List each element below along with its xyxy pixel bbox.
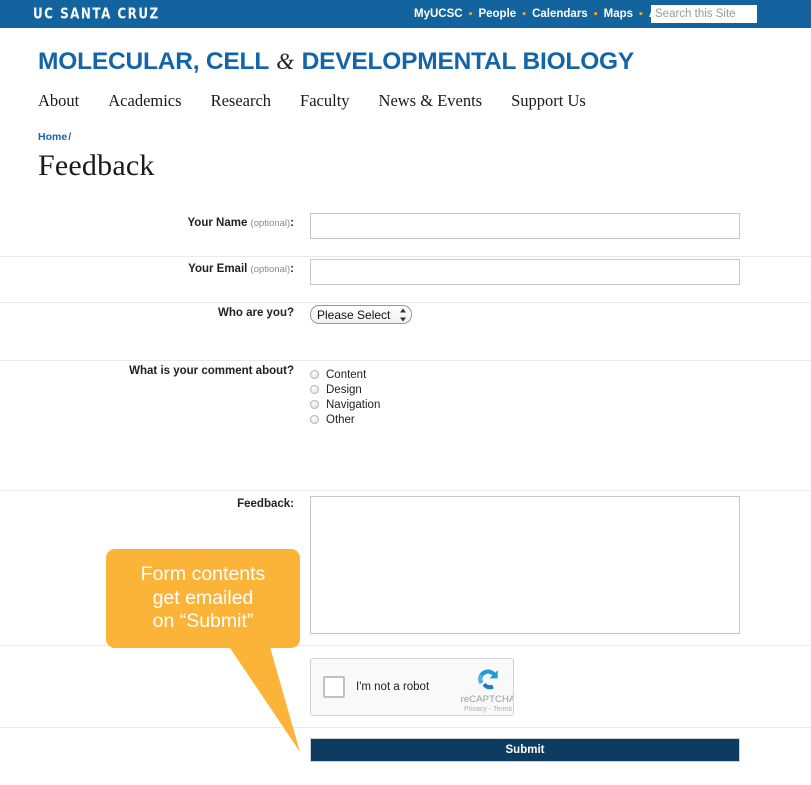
radio-button-icon[interactable] <box>310 415 319 424</box>
main-nav-item-news-events[interactable]: News & Events <box>379 91 483 111</box>
who-are-you-select-wrap: Please Select <box>310 305 412 324</box>
name-input[interactable] <box>310 213 740 239</box>
radio-button-icon[interactable] <box>310 385 319 394</box>
name-optional-tag: (optional) <box>250 218 291 229</box>
radio-label-navigation: Navigation <box>326 398 381 411</box>
radio-label-other: Other <box>326 413 355 426</box>
recaptcha-widget[interactable]: I'm not a robot reCAPTCHA Privacy - Term… <box>310 658 514 716</box>
feedback-field-label: Feedback: <box>237 498 294 510</box>
main-nav-item-academics[interactable]: Academics <box>108 91 181 111</box>
radio-button-icon[interactable] <box>310 370 319 379</box>
nav-separator-icon: ▪ <box>522 7 527 20</box>
recaptcha-checkbox-label: I'm not a robot <box>356 681 430 693</box>
name-label-text: Your Name <box>187 217 248 229</box>
nav-separator-icon: ▪ <box>468 7 473 20</box>
email-label-text: Your Email <box>188 263 248 275</box>
email-label-colon: : <box>290 263 294 275</box>
feedback-field-wrap <box>310 494 773 639</box>
comment-about-radio-group: Content Design Navigation Other <box>310 363 773 427</box>
email-input[interactable] <box>310 259 740 285</box>
recaptcha-brand-name: reCAPTCHA <box>460 694 514 705</box>
radio-label-content: Content <box>326 368 367 381</box>
radio-option-design[interactable]: Design <box>310 382 773 397</box>
name-field-label: Your Name (optional): <box>38 211 310 231</box>
main-nav-item-research[interactable]: Research <box>211 91 271 111</box>
form-row-recaptcha: I'm not a robot reCAPTCHA Privacy - Term… <box>0 646 811 728</box>
recaptcha-branding: reCAPTCHA Privacy - Terms <box>457 666 514 713</box>
form-row-submit: Submit <box>0 728 811 768</box>
form-row-feedback: Feedback: <box>0 491 811 646</box>
site-search-input[interactable] <box>651 5 757 23</box>
feedback-textarea[interactable] <box>310 496 740 634</box>
email-field-wrap <box>310 257 773 285</box>
form-row-name: Your Name (optional): <box>0 211 811 257</box>
recaptcha-checkbox[interactable] <box>323 676 345 698</box>
recaptcha-field-wrap: I'm not a robot reCAPTCHA Privacy - Term… <box>310 656 773 716</box>
submit-field-wrap: Submit <box>310 736 773 762</box>
radio-button-icon[interactable] <box>310 400 319 409</box>
who-are-you-label: Who are you? <box>217 307 294 319</box>
submit-row-label <box>38 736 310 742</box>
utility-nav-item-myucsc[interactable]: MyUCSC <box>414 8 463 20</box>
who-are-you-field-wrap: Please Select <box>310 303 773 324</box>
breadcrumb-separator: / <box>68 130 72 143</box>
feedback-form: Your Name (optional): Your Email (option… <box>0 211 811 768</box>
recaptcha-logo-icon <box>478 669 498 690</box>
main-nav-item-support-us[interactable]: Support Us <box>511 91 586 111</box>
top-utility-bar: UC SANTA CRUZ MyUCSC ▪ People ▪ Calendar… <box>0 0 811 28</box>
form-row-comment-about: What is your comment about? Content Desi… <box>0 361 811 491</box>
comment-about-field-wrap: Content Design Navigation Other <box>310 361 773 427</box>
utility-nav-item-people[interactable]: People <box>478 8 516 20</box>
main-nav-item-faculty[interactable]: Faculty <box>300 91 350 111</box>
department-title-part1: MOLECULAR, CELL <box>38 48 276 75</box>
utility-nav-item-calendars[interactable]: Calendars <box>532 8 588 20</box>
recaptcha-terms-links[interactable]: Privacy - Terms <box>457 706 513 713</box>
department-title[interactable]: MOLECULAR, CELL & DEVELOPMENTAL BIOLOGY <box>38 48 811 75</box>
ampersand-glyph: & <box>276 49 294 74</box>
main-nav: About Academics Research Faculty News & … <box>38 91 811 111</box>
email-optional-tag: (optional) <box>250 264 291 275</box>
uc-santa-cruz-logo[interactable]: UC SANTA CRUZ <box>33 5 160 22</box>
email-field-label: Your Email (optional): <box>38 257 310 277</box>
page-title: Feedback <box>38 148 155 182</box>
radio-option-other[interactable]: Other <box>310 412 773 427</box>
who-are-you-select[interactable]: Please Select <box>310 305 412 324</box>
nav-separator-icon: ▪ <box>593 7 598 20</box>
form-row-who-are-you: Who are you? Please Select <box>0 303 811 361</box>
radio-label-design: Design <box>326 383 362 396</box>
comment-about-label: What is your comment about? <box>129 365 294 377</box>
utility-nav-item-maps[interactable]: Maps <box>604 8 633 20</box>
breadcrumb: Home/ <box>38 131 811 143</box>
department-title-part2: DEVELOPMENTAL BIOLOGY <box>294 48 635 75</box>
radio-option-navigation[interactable]: Navigation <box>310 397 773 412</box>
form-row-email: Your Email (optional): <box>0 257 811 303</box>
name-field-wrap <box>310 211 773 239</box>
submit-button[interactable]: Submit <box>310 738 740 762</box>
nav-separator-icon: ▪ <box>639 7 643 20</box>
breadcrumb-item-home[interactable]: Home <box>38 131 67 143</box>
name-label-colon: : <box>290 217 294 229</box>
radio-option-content[interactable]: Content <box>310 367 773 382</box>
main-nav-item-about[interactable]: About <box>38 91 79 111</box>
recaptcha-row-label <box>38 656 310 662</box>
